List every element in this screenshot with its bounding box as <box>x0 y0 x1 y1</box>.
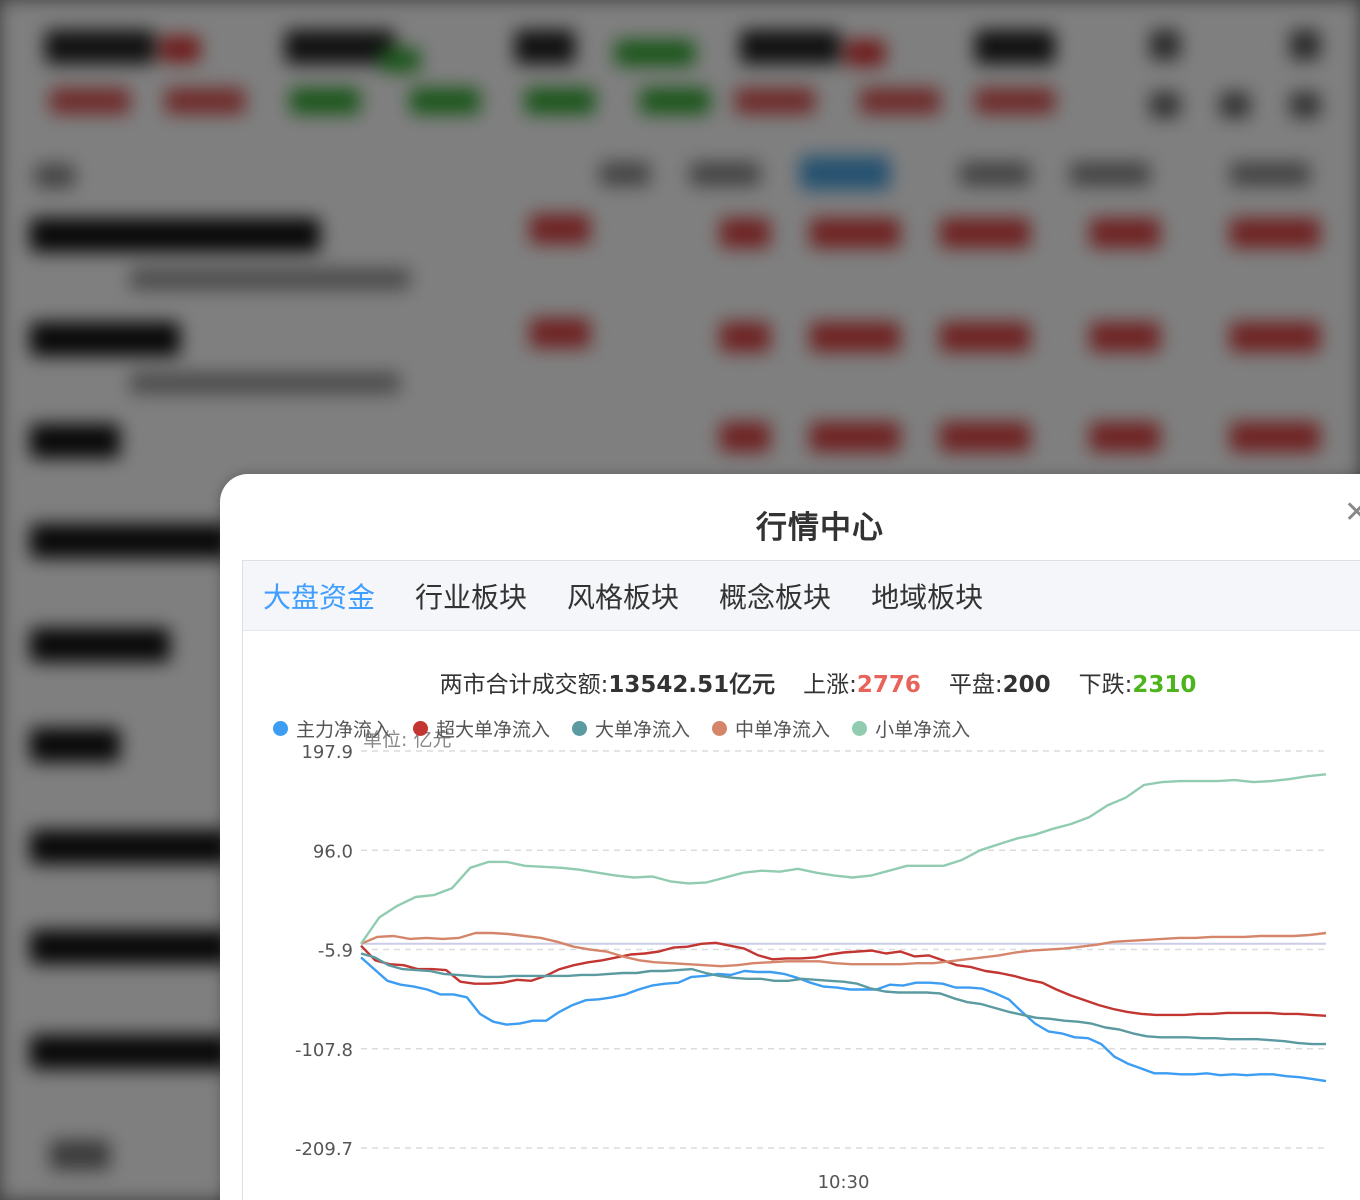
market-center-modal: 行情中心 ✕ 大盘资金 行业板块 风格板块 概念板块 地域板块 两市合计成交额:… <box>220 474 1360 1200</box>
y-tick-label: 96.0 <box>313 841 353 862</box>
close-icon[interactable]: ✕ <box>1344 498 1360 528</box>
y-tick-label: -107.8 <box>295 1040 353 1061</box>
y-tick-label: -5.9 <box>318 941 353 962</box>
y-tick-label: -209.7 <box>295 1139 353 1160</box>
fund-flow-chart[interactable]: 197.9 96.0 -5.9 -107.8 -209.7 10:30 <box>243 561 1360 1200</box>
series-line-1 <box>360 941 1327 1017</box>
series-line-2 <box>360 952 1326 1046</box>
x-tick-label: 10:30 <box>818 1172 870 1193</box>
modal-title: 行情中心 <box>756 510 884 546</box>
market-panel: 大盘资金 行业板块 风格板块 概念板块 地域板块 两市合计成交额:13542.5… <box>242 560 1360 1200</box>
series-line-4 <box>360 773 1327 945</box>
y-tick-label: 197.9 <box>301 742 353 763</box>
